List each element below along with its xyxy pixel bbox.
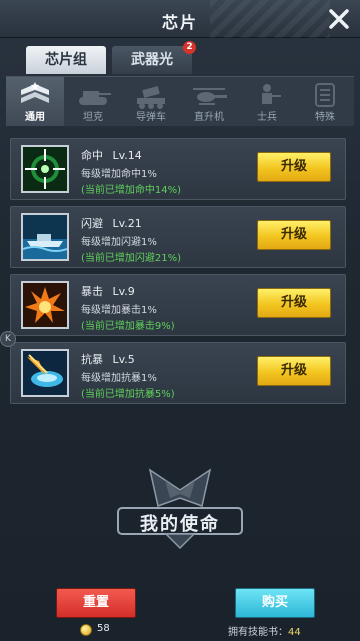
category-label: 直升机 <box>194 112 224 123</box>
skill-description: 每级增加暴击1% <box>81 305 157 316</box>
crosshair-icon <box>23 147 67 191</box>
coin-count: 58 <box>97 623 110 634</box>
skill-row-crit-resist: 抗暴 Lv.5 每级增加抗暴1% (当前已增加抗暴5%) 升级 <box>10 342 346 404</box>
tab-label: 芯片组 <box>45 52 87 68</box>
skill-current-bonus: (当前已增加暴击9%) <box>81 321 175 332</box>
tank-icon <box>79 91 111 105</box>
category-label: 特殊 <box>315 112 335 123</box>
skill-image <box>21 349 69 397</box>
skill-description: 每级增加抗暴1% <box>81 373 157 384</box>
ship-icon <box>23 215 67 259</box>
skill-current-bonus: (当前已增加抗暴5%) <box>81 389 175 400</box>
tab-chipset[interactable]: 芯片组 <box>26 46 106 74</box>
special-icon <box>315 83 335 107</box>
skill-title: 抗暴 Lv.5 <box>81 351 135 367</box>
skill-books-value: 44 <box>288 627 301 638</box>
page-title: 芯片 <box>161 13 198 32</box>
skill-books-label: 拥有技能书： <box>228 627 288 638</box>
category-label: 坦克 <box>83 112 103 123</box>
tab-weapon-aura[interactable]: 武器光环 2 <box>112 41 196 96</box>
explosion-icon <box>23 283 67 327</box>
rank-insignia-icon <box>21 82 49 103</box>
skill-row-evade: 闪避 Lv.21 每级增加闪避1% (当前已增加闪避21%) 升级 <box>10 206 346 268</box>
category-special[interactable]: 特殊 <box>296 77 354 126</box>
upgrade-button[interactable]: 升级 <box>257 152 331 182</box>
buy-button[interactable]: 购买 <box>235 588 315 618</box>
skill-name: 暴击 <box>81 285 103 298</box>
skill-image <box>21 213 69 261</box>
shield-burst-icon <box>23 351 67 395</box>
category-soldier[interactable]: 士兵 <box>238 77 296 126</box>
upgrade-button[interactable]: 升级 <box>257 288 331 318</box>
skill-level: Lv.5 <box>112 353 135 366</box>
skill-description: 每级增加命中1% <box>81 169 157 180</box>
category-missile-vehicle[interactable]: 导弹车 <box>122 77 180 126</box>
skill-row-hit: 命中 Lv.14 每级增加命中1% (当前已增加命中14%) 升级 <box>10 138 346 200</box>
skill-image <box>21 281 69 329</box>
skill-name: 命中 <box>81 149 103 162</box>
reset-button[interactable]: 重置 <box>56 588 136 618</box>
side-menu-handle[interactable]: K <box>0 331 16 347</box>
coin-icon <box>80 624 92 636</box>
category-label: 通用 <box>25 112 45 123</box>
skill-books-count: 拥有技能书：44 <box>228 623 301 638</box>
notification-badge: 2 <box>183 41 196 54</box>
skill-name: 抗暴 <box>81 353 103 366</box>
skill-level: Lv.14 <box>112 149 142 162</box>
skill-title: 暴击 Lv.9 <box>81 283 135 299</box>
skill-row-crit: 暴击 Lv.9 每级增加暴击1% (当前已增加暴击9%) 升级 <box>10 274 346 336</box>
skill-title: 命中 Lv.14 <box>81 147 142 163</box>
close-icon <box>329 9 349 29</box>
missile-vehicle-icon <box>137 86 165 109</box>
category-tank[interactable]: 坦克 <box>64 77 122 126</box>
chip-screen: 芯片 芯片组 武器光环 2 通用 <box>0 0 360 641</box>
upgrade-button[interactable]: 升级 <box>257 356 331 386</box>
category-helicopter[interactable]: 直升机 <box>180 77 238 126</box>
helicopter-icon <box>193 88 227 105</box>
category-label: 导弹车 <box>136 112 166 123</box>
upgrade-button[interactable]: 升级 <box>257 220 331 250</box>
skill-image <box>21 145 69 193</box>
soldier-icon <box>262 84 281 104</box>
skill-name: 闪避 <box>81 217 103 230</box>
tab-bar: 芯片组 武器光环 2 <box>26 41 196 96</box>
skill-description: 每级增加闪避1% <box>81 237 157 248</box>
skill-level: Lv.9 <box>112 285 135 298</box>
category-general[interactable]: 通用 <box>6 77 64 126</box>
title-bar: 芯片 <box>0 0 360 38</box>
skill-title: 闪避 Lv.21 <box>81 215 142 231</box>
skill-current-bonus: (当前已增加闪避21%) <box>81 253 182 264</box>
category-label: 士兵 <box>257 112 277 123</box>
game-logo <box>117 468 243 550</box>
game-logo-text: 我的使命 <box>140 514 220 535</box>
skill-current-bonus: (当前已增加命中14%) <box>81 185 182 196</box>
category-strip: 通用 坦克 导弹车 直升机 士兵 特殊 <box>6 76 354 126</box>
bottom-bar: 重置 购买 58 拥有技能书：44 <box>0 582 360 641</box>
skill-level: Lv.21 <box>112 217 142 230</box>
close-button[interactable] <box>326 6 352 32</box>
